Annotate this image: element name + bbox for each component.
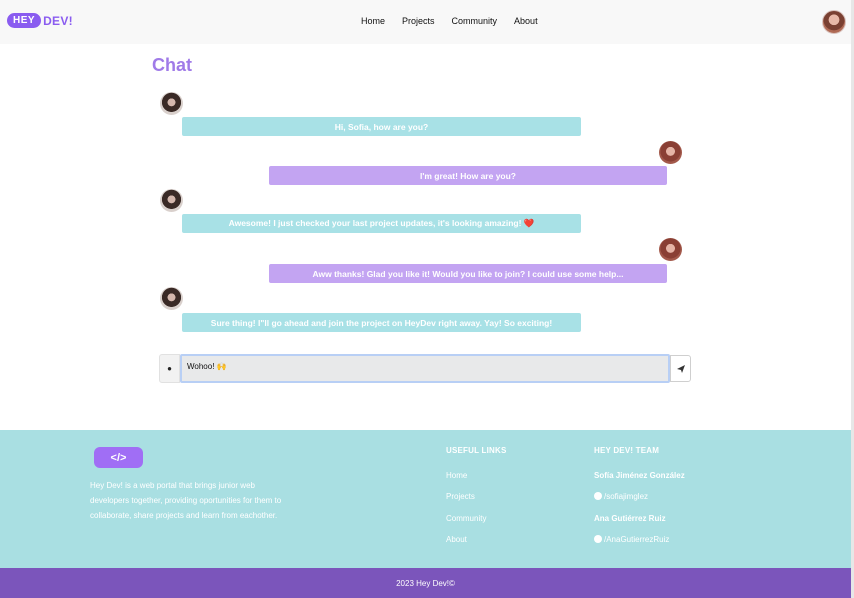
footer-logo: </> — [94, 447, 143, 468]
github-handle: /sofiajimglez — [604, 492, 649, 501]
brand-logo[interactable]: HEY DEV! — [7, 12, 73, 29]
team-title: HEY DEV! TEAM — [594, 446, 660, 455]
copyright-text: 2023 Hey Dev!© — [396, 578, 455, 588]
copyright-bar: 2023 Hey Dev!© — [0, 568, 851, 598]
logo-hey: HEY — [7, 13, 42, 28]
nav-link-about[interactable]: About — [514, 16, 538, 26]
github-handle: /AnaGutierrezRuiz — [604, 535, 670, 544]
team-member-name: Ana Gutiérrez Ruiz — [594, 514, 666, 523]
message-input[interactable]: Wohoo! 🙌 — [180, 354, 670, 383]
own-avatar — [659, 141, 682, 164]
nav-link-community[interactable]: Community — [452, 16, 498, 26]
own-avatar — [659, 238, 682, 261]
message-composer: ● Wohoo! 🙌 — [159, 354, 691, 383]
useful-links-title: USEFUL LINKS — [446, 446, 507, 455]
chat-message-outgoing: I'm great! How are you? — [269, 166, 667, 185]
footer: </> Hey Dev! is a web portal that brings… — [0, 430, 851, 568]
footer-link-home[interactable]: Home — [446, 471, 467, 480]
user-avatar[interactable] — [822, 10, 846, 34]
contact-avatar — [160, 189, 183, 212]
contact-avatar — [160, 92, 183, 115]
nav-link-home[interactable]: Home — [361, 16, 385, 26]
footer-description: Hey Dev! is a web portal that brings jun… — [90, 481, 282, 520]
nav-link-projects[interactable]: Projects — [402, 16, 435, 26]
page-title: Chat — [152, 55, 192, 75]
send-button[interactable] — [670, 355, 691, 382]
footer-link-projects[interactable]: Projects — [446, 492, 475, 501]
chat-message-incoming: Hi, Sofia, how are you? — [182, 117, 581, 136]
footer-link-community[interactable]: Community — [446, 514, 486, 523]
navbar: HEY DEV! Home Projects Community About — [0, 0, 851, 44]
nav-links: Home Projects Community About — [361, 16, 555, 26]
chat-message-outgoing: Aww thanks! Glad you like it! Would you … — [269, 264, 667, 283]
chat-bubble-icon: ● — [159, 354, 180, 383]
chat-message-incoming: Sure thing! I"ll go ahead and join the p… — [182, 313, 581, 332]
github-icon — [594, 492, 602, 500]
github-link[interactable]: /AnaGutierrezRuiz — [594, 535, 669, 544]
footer-link-about[interactable]: About — [446, 535, 467, 544]
github-link[interactable]: /sofiajimglez — [594, 492, 648, 501]
send-icon — [676, 364, 685, 373]
chat-message-incoming: Awesome! I just checked your last projec… — [182, 214, 581, 233]
team-member-name: Sofía Jiménez González — [594, 471, 685, 480]
logo-dev: DEV! — [43, 13, 73, 28]
github-icon — [594, 535, 602, 543]
contact-avatar — [160, 287, 183, 310]
